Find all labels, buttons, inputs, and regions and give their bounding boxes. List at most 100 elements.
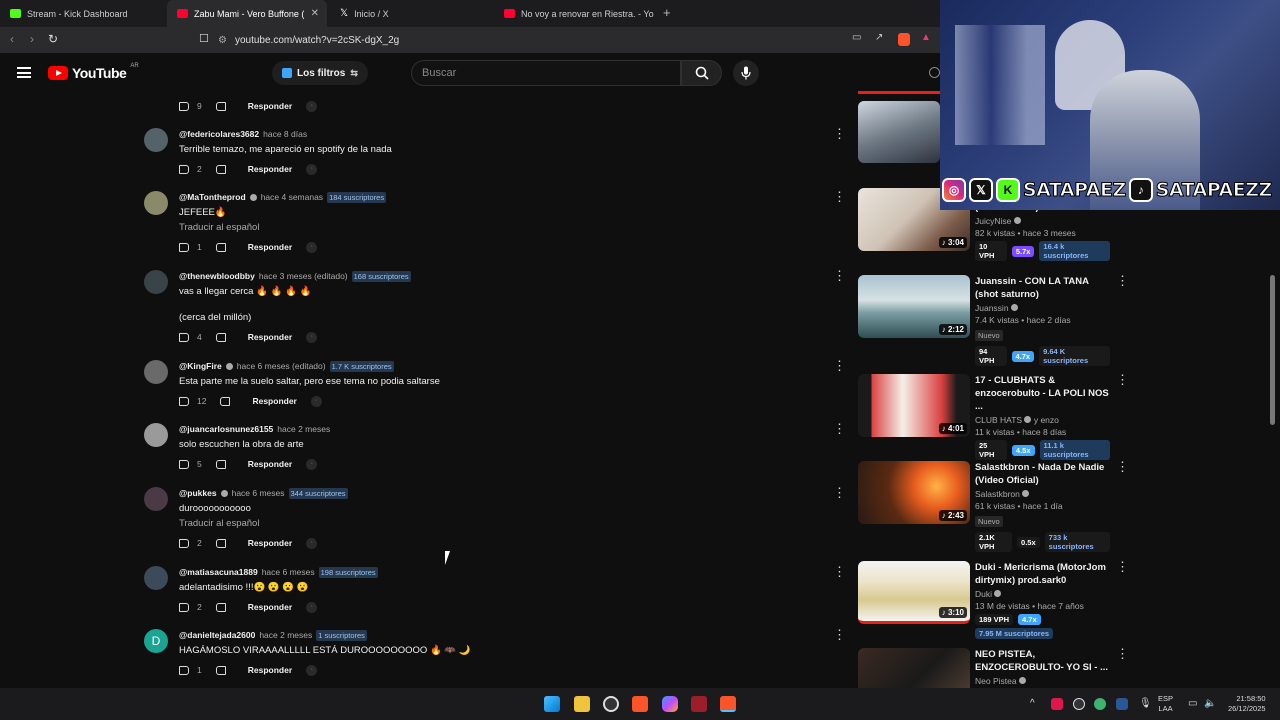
like-icon[interactable] [179,538,189,548]
channel-name[interactable]: CLUB HATS y enzo [975,415,1110,425]
reload-icon[interactable]: ↻ [48,32,58,46]
streaming-app-icon[interactable] [691,696,707,712]
like-icon[interactable] [179,459,189,469]
avatar[interactable] [144,128,168,152]
back-icon[interactable]: ‹ [10,32,14,46]
dislike-icon[interactable] [215,101,226,111]
comment-author[interactable]: @thenewbloodbby [179,271,255,281]
video-title[interactable]: Duki - Mericrisma (MotorJom dirtymix) pr… [975,561,1110,587]
channel-name[interactable]: Neo Pistea [975,676,1110,686]
comment-time[interactable]: hace 2 meses [277,424,330,434]
like-icon[interactable] [179,665,189,675]
reply-button[interactable]: Responder [248,101,292,111]
avatar[interactable] [144,487,168,511]
dislike-icon[interactable] [215,164,226,174]
dislike-icon[interactable] [215,602,226,612]
ai-icon[interactable]: ◦ [306,537,318,549]
reply-button[interactable]: Responder [248,242,292,252]
comment-time[interactable]: hace 6 meses [262,567,315,577]
microphone-tray-icon[interactable]: 🎙 [1139,688,1152,720]
filters-button[interactable]: Los filtros ⇆ [272,61,368,85]
video-title[interactable]: 17 - CLUBHATS & enzocerobulto - LA POLI … [975,374,1110,413]
video-thumbnail[interactable] [858,648,970,688]
video-thumbnail[interactable]: ♪ 3:10 [858,561,970,624]
bookmark-icon[interactable]: ☐ [199,32,209,45]
clock[interactable]: 21:58:50 26/12/2025 [1228,688,1266,720]
avatar[interactable] [144,191,168,215]
ai-icon[interactable]: ◦ [306,331,318,343]
like-icon[interactable] [179,396,189,406]
dislike-icon[interactable] [215,242,226,252]
comment-author[interactable]: @pukkes [179,488,217,498]
tab-youtube-active[interactable]: Zabu Mami - Vero Buffone (VIDE ✕ [167,0,327,27]
avatar[interactable]: D [144,629,168,653]
video-thumbnail[interactable] [858,101,940,163]
video-thumbnail[interactable]: ♪ 4:01 [858,374,970,437]
channel-name[interactable]: Salastkbron [975,489,1110,499]
translate-link[interactable]: Traducir al español [179,517,779,531]
like-icon[interactable] [179,602,189,612]
reply-button[interactable]: Responder [252,396,296,406]
site-info-icon[interactable]: ⚙ [218,35,227,46]
comment-time[interactable]: hace 3 meses (editado) [259,271,348,281]
copilot-icon[interactable] [662,696,678,712]
dislike-icon[interactable] [215,459,226,469]
youtube-logo[interactable]: YouTube AR [48,63,139,81]
tray-app-icon[interactable] [1051,698,1063,710]
brave-shield-icon[interactable] [898,33,910,46]
ai-icon[interactable]: ◦ [306,458,318,470]
more-options-icon[interactable]: ⋮ [833,628,846,641]
close-tab-icon[interactable]: ✕ [311,8,319,19]
comment-time[interactable]: hace 8 días [263,129,307,139]
network-icon[interactable]: ▭ [1188,688,1197,720]
ai-icon[interactable]: ◦ [306,664,318,676]
comment-author[interactable]: @juancarlosnunez6155 [179,424,273,434]
dislike-icon[interactable] [220,396,231,406]
more-options-icon[interactable]: ⋮ [833,269,846,282]
like-icon[interactable] [179,164,189,174]
new-tab-icon[interactable]: + [663,5,671,20]
search-input[interactable]: Buscar [411,60,681,86]
more-options-icon[interactable]: ⋮ [1116,274,1129,287]
history-icon[interactable] [929,67,940,78]
more-options-icon[interactable]: ⋮ [1116,460,1129,473]
more-options-icon[interactable]: ⋮ [833,422,846,435]
comment-author[interactable]: @MaTontheprod [179,192,246,202]
avatar[interactable] [144,360,168,384]
reply-button[interactable]: Responder [248,665,292,675]
ai-icon[interactable]: ◦ [310,395,322,407]
reply-button[interactable]: Responder [248,538,292,548]
comment-time[interactable]: hace 6 meses [232,488,285,498]
like-icon[interactable] [179,101,189,111]
ai-icon[interactable]: ◦ [306,241,318,253]
comment-author[interactable]: @matiasacuna1889 [179,567,258,577]
tray-app-icon[interactable] [1094,698,1106,710]
forward-icon[interactable]: › [30,32,34,46]
avatar[interactable] [144,270,168,294]
ai-icon[interactable]: ◦ [306,100,318,112]
video-thumbnail[interactable]: ♪ 2:12 [858,275,970,338]
like-icon[interactable] [179,242,189,252]
channel-name[interactable]: Juanssin [975,303,1110,313]
more-options-icon[interactable]: ⋮ [833,565,846,578]
tab-youtube-riestra[interactable]: No voy a renovar en Riestra. - YouTu [494,0,654,27]
video-title[interactable]: NEO PISTEA, ENZOCEROBULTO- YO SI - ... [975,648,1110,674]
more-options-icon[interactable]: ⋮ [833,190,846,203]
tray-app-icon[interactable] [1073,698,1085,710]
video-thumbnail[interactable]: ♪ 2:43 [858,461,970,524]
more-options-icon[interactable]: ⋮ [833,486,846,499]
reply-button[interactable]: Responder [248,332,292,342]
dislike-icon[interactable] [215,538,226,548]
more-options-icon[interactable]: ⋮ [1116,647,1129,660]
file-explorer-icon[interactable] [574,696,590,712]
tab-x-home[interactable]: 𝕏 Inicio / X [330,0,495,27]
comment-time[interactable]: hace 6 meses (editado) [237,361,326,371]
reply-button[interactable]: Responder [248,459,292,469]
channel-name[interactable]: Duki [975,589,1110,599]
comment-time[interactable]: hace 4 semanas [261,192,323,202]
tray-chevron-icon[interactable]: ^ [1030,688,1035,720]
voice-search-button[interactable] [733,60,759,86]
dislike-icon[interactable] [215,332,226,342]
tray-app-icon[interactable] [1116,698,1128,710]
more-options-icon[interactable]: ⋮ [833,359,846,372]
